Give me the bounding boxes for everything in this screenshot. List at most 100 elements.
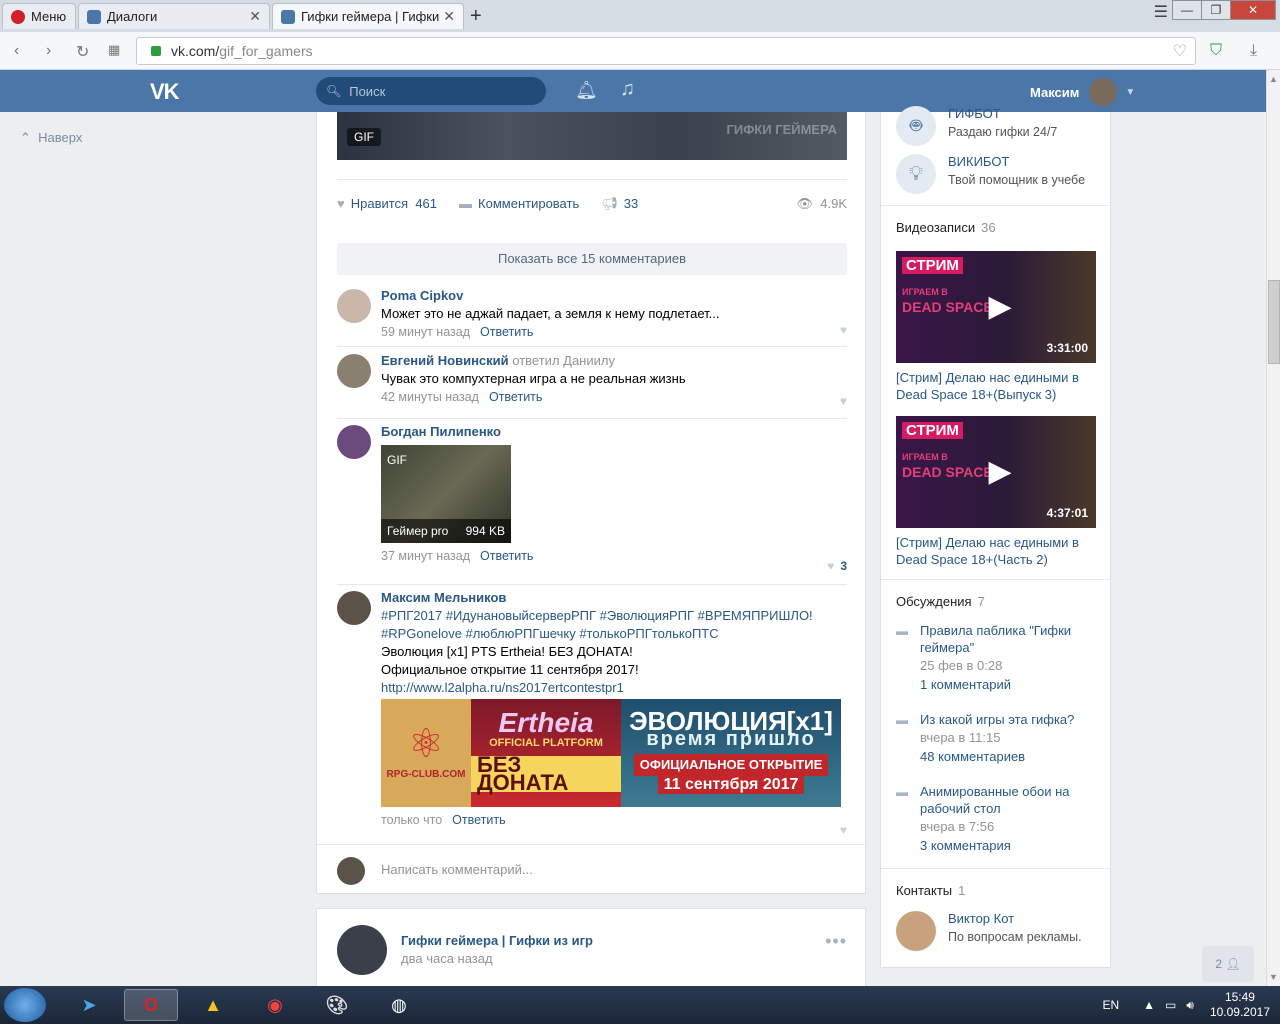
search-icon: 🔍︎ [326, 84, 342, 98]
contacts-section: Контакты 1 Виктор Кот По вопросам рекламы. [881, 869, 1110, 968]
chat-counter-button[interactable]: 2 👤︎ [1202, 946, 1254, 982]
section-title[interactable]: Видеозаписи 36 [896, 220, 996, 235]
reply-link[interactable]: Ответить [480, 549, 533, 563]
notifications-bell-icon[interactable]: 🔔︎ [575, 80, 598, 101]
speed-dial-icon[interactable]: ▦ [108, 42, 120, 58]
comment-like-icon[interactable]: ♥ [840, 394, 847, 408]
reply-link[interactable]: Ответить [480, 325, 533, 339]
comment-author[interactable]: Poma Cipkov [381, 287, 847, 305]
start-button[interactable] [4, 988, 46, 1022]
scroll-up-icon[interactable]: ▲ [1269, 74, 1278, 84]
external-link[interactable]: http://www.l2alpha.ru/ns2017ertcontestpr… [381, 680, 624, 695]
tab-menu-icon[interactable]: ☰ [1154, 2, 1168, 22]
app-circle-icon[interactable]: ◍ [372, 989, 426, 1021]
reply-link[interactable]: Ответить [489, 390, 542, 404]
scrollbar[interactable]: ▲ ▼ [1266, 70, 1280, 986]
bookmark-heart-icon[interactable]: ♡ [1173, 41, 1187, 61]
volume-icon[interactable]: 🔊︎ [1186, 998, 1194, 1013]
scroll-down-icon[interactable]: ▼ [1269, 972, 1278, 982]
telegram-icon[interactable]: ➤ [62, 989, 116, 1021]
close-tab-icon[interactable]: ✕ [249, 8, 261, 25]
write-comment-box[interactable]: Написать комментарий... [317, 844, 867, 894]
tab-menu[interactable]: Меню [2, 3, 76, 29]
network-icon[interactable]: ▭ [1165, 998, 1176, 1012]
url-field[interactable]: vk.com/gif_for_gamers ♡ [136, 37, 1196, 65]
clock[interactable]: 15:49 10.09.2017 [1210, 990, 1270, 1020]
megaphone-icon: 📢︎ [601, 195, 618, 211]
maximize-icon[interactable]: ❐ [1201, 0, 1231, 20]
show-all-comments-button[interactable]: Показать все 15 комментариев [337, 243, 847, 275]
scroll-up-button[interactable]: ⌃ Наверх [20, 130, 82, 146]
share-button[interactable]: 📢︎ 33 [601, 196, 638, 212]
gif-watermark: ГИФКИ ГЕЙМЕРА [726, 122, 838, 137]
play-icon: ▶ [988, 290, 1012, 323]
bot-item[interactable]: 🤖︎ ГИФБОТ Раздаю гифки 24/7 [896, 106, 1057, 146]
minimize-icon[interactable]: — [1172, 0, 1202, 20]
back-icon[interactable]: ‹ [14, 42, 19, 60]
like-button[interactable]: ♥ Нравится 461 [337, 196, 437, 211]
app-triangle-icon[interactable]: ▲ [186, 989, 240, 1021]
reply-to[interactable]: ответил Даниилу [512, 353, 615, 368]
tab-dialogs[interactable]: Диалоги ✕ [78, 3, 270, 29]
section-title[interactable]: Обсуждения 7 [896, 594, 985, 609]
wall-post: GIF ГИФКИ ГЕЙМЕРА ♥ Нравится 461 ▬ Коммент… [316, 112, 867, 894]
reply-link[interactable]: Ответить [452, 813, 505, 827]
scrollbar-thumb[interactable] [1268, 280, 1280, 364]
comment: Максим Мельников #РПГ2017 #Идунановыйсер… [337, 585, 847, 843]
tray-arrow-icon[interactable]: ▲ [1143, 998, 1155, 1012]
avatar[interactable] [337, 591, 371, 625]
comment-like-button[interactable]: ♥ 3 [827, 559, 847, 573]
comment-author[interactable]: Евгений Новинский [381, 353, 509, 368]
opera-icon[interactable]: O [124, 989, 178, 1021]
comment-time[interactable]: 59 минут назад [381, 325, 470, 339]
views-count: 👁︎ 4.9K [796, 195, 848, 211]
comment-time[interactable]: 37 минут назад [381, 549, 470, 563]
contact-item[interactable]: Виктор Кот По вопросам рекламы. [896, 911, 1082, 951]
discussion-item[interactable]: ▬ Анимированные обои на рабочий стол вчер… [896, 783, 1096, 853]
avatar[interactable] [337, 425, 371, 459]
comment-like-icon[interactable]: ♥ [840, 323, 847, 337]
more-icon[interactable]: ••• [825, 931, 847, 952]
tab-gif-gamers[interactable]: Гифки геймера | Гифки из ✕ [272, 3, 464, 29]
post-author[interactable]: Гифки геймера | Гифки из игр [401, 933, 593, 948]
comment-author[interactable]: Богдан Пилипенко [381, 423, 847, 441]
discussion-item[interactable]: ▬ Из какой игры эта гифка? вчера в 11:15 4… [896, 711, 1096, 764]
ad-banner-image[interactable]: ⚛ RPG-CLUB.COM Ertheia OFFICIAL PLATFORM БЕ… [381, 699, 841, 807]
discussion-icon: ▬ [896, 624, 908, 638]
gif-caption: Геймер pro [387, 524, 449, 538]
close-window-icon[interactable]: ✕ [1230, 0, 1276, 20]
comment-like-icon[interactable]: ♥ [840, 823, 847, 837]
avatar[interactable] [337, 925, 387, 975]
vk-logo[interactable]: VK [150, 79, 180, 105]
post-time[interactable]: два часа назад [401, 951, 493, 966]
avatar[interactable] [337, 289, 371, 323]
user-menu[interactable]: Максим ▼ [1030, 78, 1135, 106]
video-item[interactable]: СТРИМ ИГРАЕМ В DEAD SPACE ▶ 3:31:00 [Стр… [896, 251, 1096, 403]
hashtags[interactable]: #RPGonelove #люблюРПГшечку #толькоРПГтол… [381, 626, 719, 641]
comment-gif[interactable]: GIF Геймер pro 994 KB [381, 445, 511, 543]
section-title[interactable]: Контакты 1 [896, 883, 965, 898]
discussion-item[interactable]: ▬ Правила паблика "Гифки геймера" 25 фев … [896, 622, 1096, 692]
bot-item[interactable]: 💡︎ ВИКИБОТ Твой помощник в учебе [896, 154, 1085, 194]
avatar[interactable] [337, 354, 371, 388]
comment-author[interactable]: Максим Мельников [381, 589, 847, 607]
video-item[interactable]: СТРИМ ИГРАЕМ В DEAD SPACE ▶ 4:37:01 [Стр… [896, 416, 1096, 568]
reload-icon[interactable]: ↻ [76, 42, 89, 62]
comment-button[interactable]: ▬ Комментировать [459, 196, 579, 211]
post-gif[interactable]: GIF ГИФКИ ГЕЙМЕРА [337, 112, 847, 160]
paint-icon[interactable]: 🎨︎ [310, 989, 364, 1021]
close-tab-icon[interactable]: ✕ [443, 8, 455, 25]
videos-section: Видеозаписи 36 СТРИМ ИГРАЕМ В DEAD SPACE … [881, 206, 1110, 580]
forward-icon[interactable]: › [46, 42, 51, 60]
hashtags[interactable]: #РПГ2017 #ИдунановыйсерверРПГ #ЭволюцияР… [381, 608, 813, 623]
shield-icon[interactable]: ⛉ [1210, 42, 1222, 60]
chrome-icon[interactable]: ◉ [248, 989, 302, 1021]
gif-badge: GIF [387, 453, 407, 467]
comment-time[interactable]: 42 минуты назад [381, 390, 479, 404]
search-input[interactable]: 🔍︎ Поиск [316, 77, 546, 105]
new-tab-icon[interactable]: + [470, 5, 482, 28]
language-indicator[interactable]: EN [1102, 998, 1119, 1012]
comment-time[interactable]: только что [381, 813, 442, 827]
download-icon[interactable]: ⤓ [1250, 42, 1257, 60]
music-icon[interactable]: ♫ [620, 78, 635, 101]
